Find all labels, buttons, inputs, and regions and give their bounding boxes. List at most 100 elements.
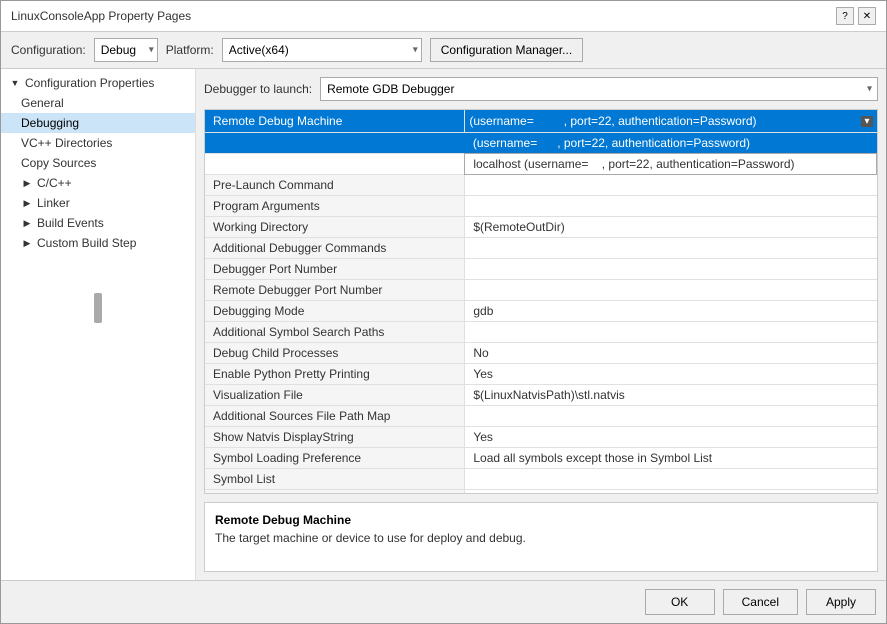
sidebar-item-build-events[interactable]: ▶ Build Events [1,213,195,233]
prop-value: $(LinuxNatvisPath)\stl.natvis [465,385,877,406]
prop-name: Symbol List [205,469,465,490]
scrollbar-thumb[interactable] [94,293,102,323]
prop-name: Additional Symbol Search Paths [205,322,465,343]
prop-value: Yes [465,364,877,385]
sidebar-item-label: Linker [37,196,70,210]
table-row[interactable]: Show Natvis DisplayString Yes [205,427,877,448]
configuration-select-wrapper: Debug [94,38,158,62]
prop-value [465,322,877,343]
dropdown-option-selected[interactable]: (username= , port=22, authentication=Pas… [465,133,877,154]
sidebar-item-label: C/C++ [37,176,72,190]
prop-value: Yes [465,427,877,448]
prop-value: (username= , port=22, authentication=Pas… [465,110,876,132]
sidebar-item-label: General [21,96,64,110]
sidebar-item-label: Debugging [21,116,79,130]
sidebar-item-label: Build Events [37,216,104,230]
cancel-button[interactable]: Cancel [723,589,798,615]
prop-value [465,469,877,490]
sidebar-item-custom-build[interactable]: ▶ Custom Build Step [1,233,195,253]
prop-value [465,259,877,280]
prop-value [465,406,877,427]
prop-name [205,133,465,154]
configuration-select[interactable]: Debug [94,38,158,62]
sidebar-item-linker[interactable]: ▶ Linker [1,193,195,213]
prop-name: Debugger Port Number [205,259,465,280]
title-bar-buttons: ? ✕ [836,7,876,25]
close-button[interactable]: ✕ [858,7,876,25]
table-row[interactable]: Enable Python Pretty Printing Yes [205,364,877,385]
prop-name: Additional Debugger Commands [205,238,465,259]
property-pages-dialog: LinuxConsoleApp Property Pages ? ✕ Confi… [0,0,887,624]
table-row[interactable]: Remote Debug Machine (username= , port=2… [205,110,877,133]
prop-value: No [465,343,877,364]
sidebar-item-config-props[interactable]: ▼ Configuration Properties [1,73,195,93]
sidebar-item-cpp[interactable]: ▶ C/C++ [1,173,195,193]
platform-label: Platform: [166,43,214,57]
expand-icon: ▶ [21,217,33,229]
table-row[interactable]: Program Arguments [205,196,877,217]
help-button[interactable]: ? [836,7,854,25]
sidebar-item-debugging[interactable]: Debugging [1,113,195,133]
table-row[interactable]: Debugging Mode gdb [205,301,877,322]
prop-name: AddressSanitizer Runtime Flags [205,490,465,495]
bottom-info-description: The target machine or device to use for … [215,531,867,545]
table-row[interactable]: Debug Child Processes No [205,343,877,364]
prop-name [205,154,465,175]
prop-value [465,280,877,301]
title-bar: LinuxConsoleApp Property Pages ? ✕ [1,1,886,32]
table-row[interactable]: Working Directory $(RemoteOutDir) [205,217,877,238]
apply-button[interactable]: Apply [806,589,876,615]
table-row[interactable]: (username= , port=22, authentication=Pas… [205,133,877,154]
prop-name: Remote Debug Machine [205,110,465,133]
prop-value [465,175,877,196]
sidebar-item-vcpp[interactable]: VC++ Directories [1,133,195,153]
table-row[interactable]: Symbol List [205,469,877,490]
table-row[interactable]: Remote Debugger Port Number [205,280,877,301]
prop-name: Remote Debugger Port Number [205,280,465,301]
table-row[interactable]: AddressSanitizer Runtime Flags detect_le… [205,490,877,495]
table-row[interactable]: Additional Symbol Search Paths [205,322,877,343]
configuration-label: Configuration: [11,43,86,57]
table-row[interactable]: Additional Sources File Path Map [205,406,877,427]
prop-name: Program Arguments [205,196,465,217]
prop-name: Show Natvis DisplayString [205,427,465,448]
table-row[interactable]: Symbol Loading Preference Load all symbo… [205,448,877,469]
sidebar-item-copy-sources[interactable]: Copy Sources [1,153,195,173]
collapse-icon: ▼ [9,77,21,89]
table-row[interactable]: Additional Debugger Commands [205,238,877,259]
right-panel: Debugger to launch: Remote GDB Debugger … [196,69,886,580]
sidebar-item-label: Custom Build Step [37,236,136,250]
prop-name: Debugging Mode [205,301,465,322]
prop-name: Additional Sources File Path Map [205,406,465,427]
sidebar-item-general[interactable]: General [1,93,195,113]
prop-value [465,196,877,217]
sidebar-item-label: Configuration Properties [25,76,154,90]
table-row[interactable]: Visualization File $(LinuxNatvisPath)\st… [205,385,877,406]
sidebar-item-label: VC++ Directories [21,136,112,150]
prop-value: detect_leaks=0 [465,490,877,495]
ok-button[interactable]: OK [645,589,715,615]
expand-icon: ▶ [21,197,33,209]
platform-select-wrapper: Active(x64) [222,38,422,62]
dropdown-arrow-icon[interactable]: ▾ [861,116,872,127]
dialog-title: LinuxConsoleApp Property Pages [11,9,191,23]
table-row[interactable]: Pre-Launch Command [205,175,877,196]
config-bar: Configuration: Debug Platform: Active(x6… [1,32,886,69]
main-content: ▼ Configuration Properties General Debug… [1,69,886,580]
bottom-info-panel: Remote Debug Machine The target machine … [204,502,878,572]
debugger-launch-label: Debugger to launch: [204,82,312,96]
dialog-footer: OK Cancel Apply [1,580,886,623]
platform-select[interactable]: Active(x64) [222,38,422,62]
table-row[interactable]: localhost (username= , port=22, authenti… [205,154,877,175]
prop-value: $(RemoteOutDir) [465,217,877,238]
dropdown-option[interactable]: localhost (username= , port=22, authenti… [465,154,877,175]
prop-name: Symbol Loading Preference [205,448,465,469]
debugger-select[interactable]: Remote GDB Debugger [320,77,878,101]
props-table: Remote Debug Machine (username= , port=2… [204,109,878,494]
configuration-manager-button[interactable]: Configuration Manager... [430,38,583,62]
sidebar: ▼ Configuration Properties General Debug… [1,69,196,580]
prop-value [465,238,877,259]
debugger-select-wrapper: Remote GDB Debugger [320,77,878,101]
table-row[interactable]: Debugger Port Number [205,259,877,280]
prop-name: Debug Child Processes [205,343,465,364]
